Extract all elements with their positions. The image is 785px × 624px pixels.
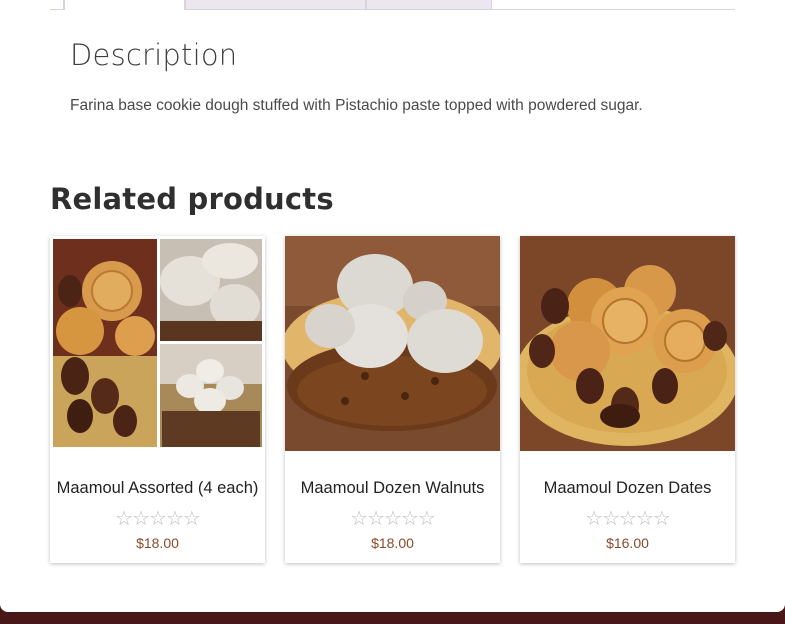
star-rating: ☆☆☆☆☆ — [350, 506, 436, 530]
tab-reviews[interactable] — [366, 0, 492, 10]
product-price: $18.00 — [136, 535, 179, 551]
site-footer — [0, 612, 785, 624]
product-card[interactable]: Maamoul Dozen Walnuts ☆☆☆☆☆ $18.00 — [285, 236, 500, 563]
product-title[interactable]: Maamoul Dozen Walnuts — [285, 479, 500, 498]
star-rating: ☆☆☆☆☆ — [585, 506, 671, 530]
walnut-maamoul-image — [285, 236, 500, 451]
product-price: $16.00 — [606, 535, 649, 551]
assorted-maamoul-collage-image — [50, 236, 265, 451]
description-text: Farina base cookie dough stuffed with Pi… — [70, 97, 643, 114]
product-title[interactable]: Maamoul Dozen Dates — [520, 479, 735, 498]
product-tabs — [50, 0, 735, 10]
product-image-link[interactable] — [285, 236, 500, 451]
tab-description[interactable] — [64, 0, 185, 10]
product-image-link[interactable] — [50, 236, 265, 451]
star-rating: ☆☆☆☆☆ — [115, 506, 201, 530]
related-products-heading: Related products — [50, 182, 334, 216]
product-card[interactable]: Maamoul Dozen Dates ☆☆☆☆☆ $16.00 — [520, 236, 735, 563]
product-image-link[interactable] — [520, 236, 735, 451]
page-content: Description Farina base cookie dough stu… — [0, 0, 785, 612]
product-card[interactable]: Maamoul Assorted (4 each) ☆☆☆☆☆ $18.00 — [50, 236, 265, 563]
tab-edge — [50, 0, 64, 10]
product-title[interactable]: Maamoul Assorted (4 each) — [50, 479, 265, 498]
description-heading: Description — [70, 38, 238, 72]
product-price: $18.00 — [371, 535, 414, 551]
tab-baseline — [492, 0, 735, 10]
date-maamoul-image — [520, 236, 735, 451]
tab-additional-info[interactable] — [185, 0, 366, 10]
related-products-list: Maamoul Assorted (4 each) ☆☆☆☆☆ $18.00 M… — [50, 236, 735, 563]
